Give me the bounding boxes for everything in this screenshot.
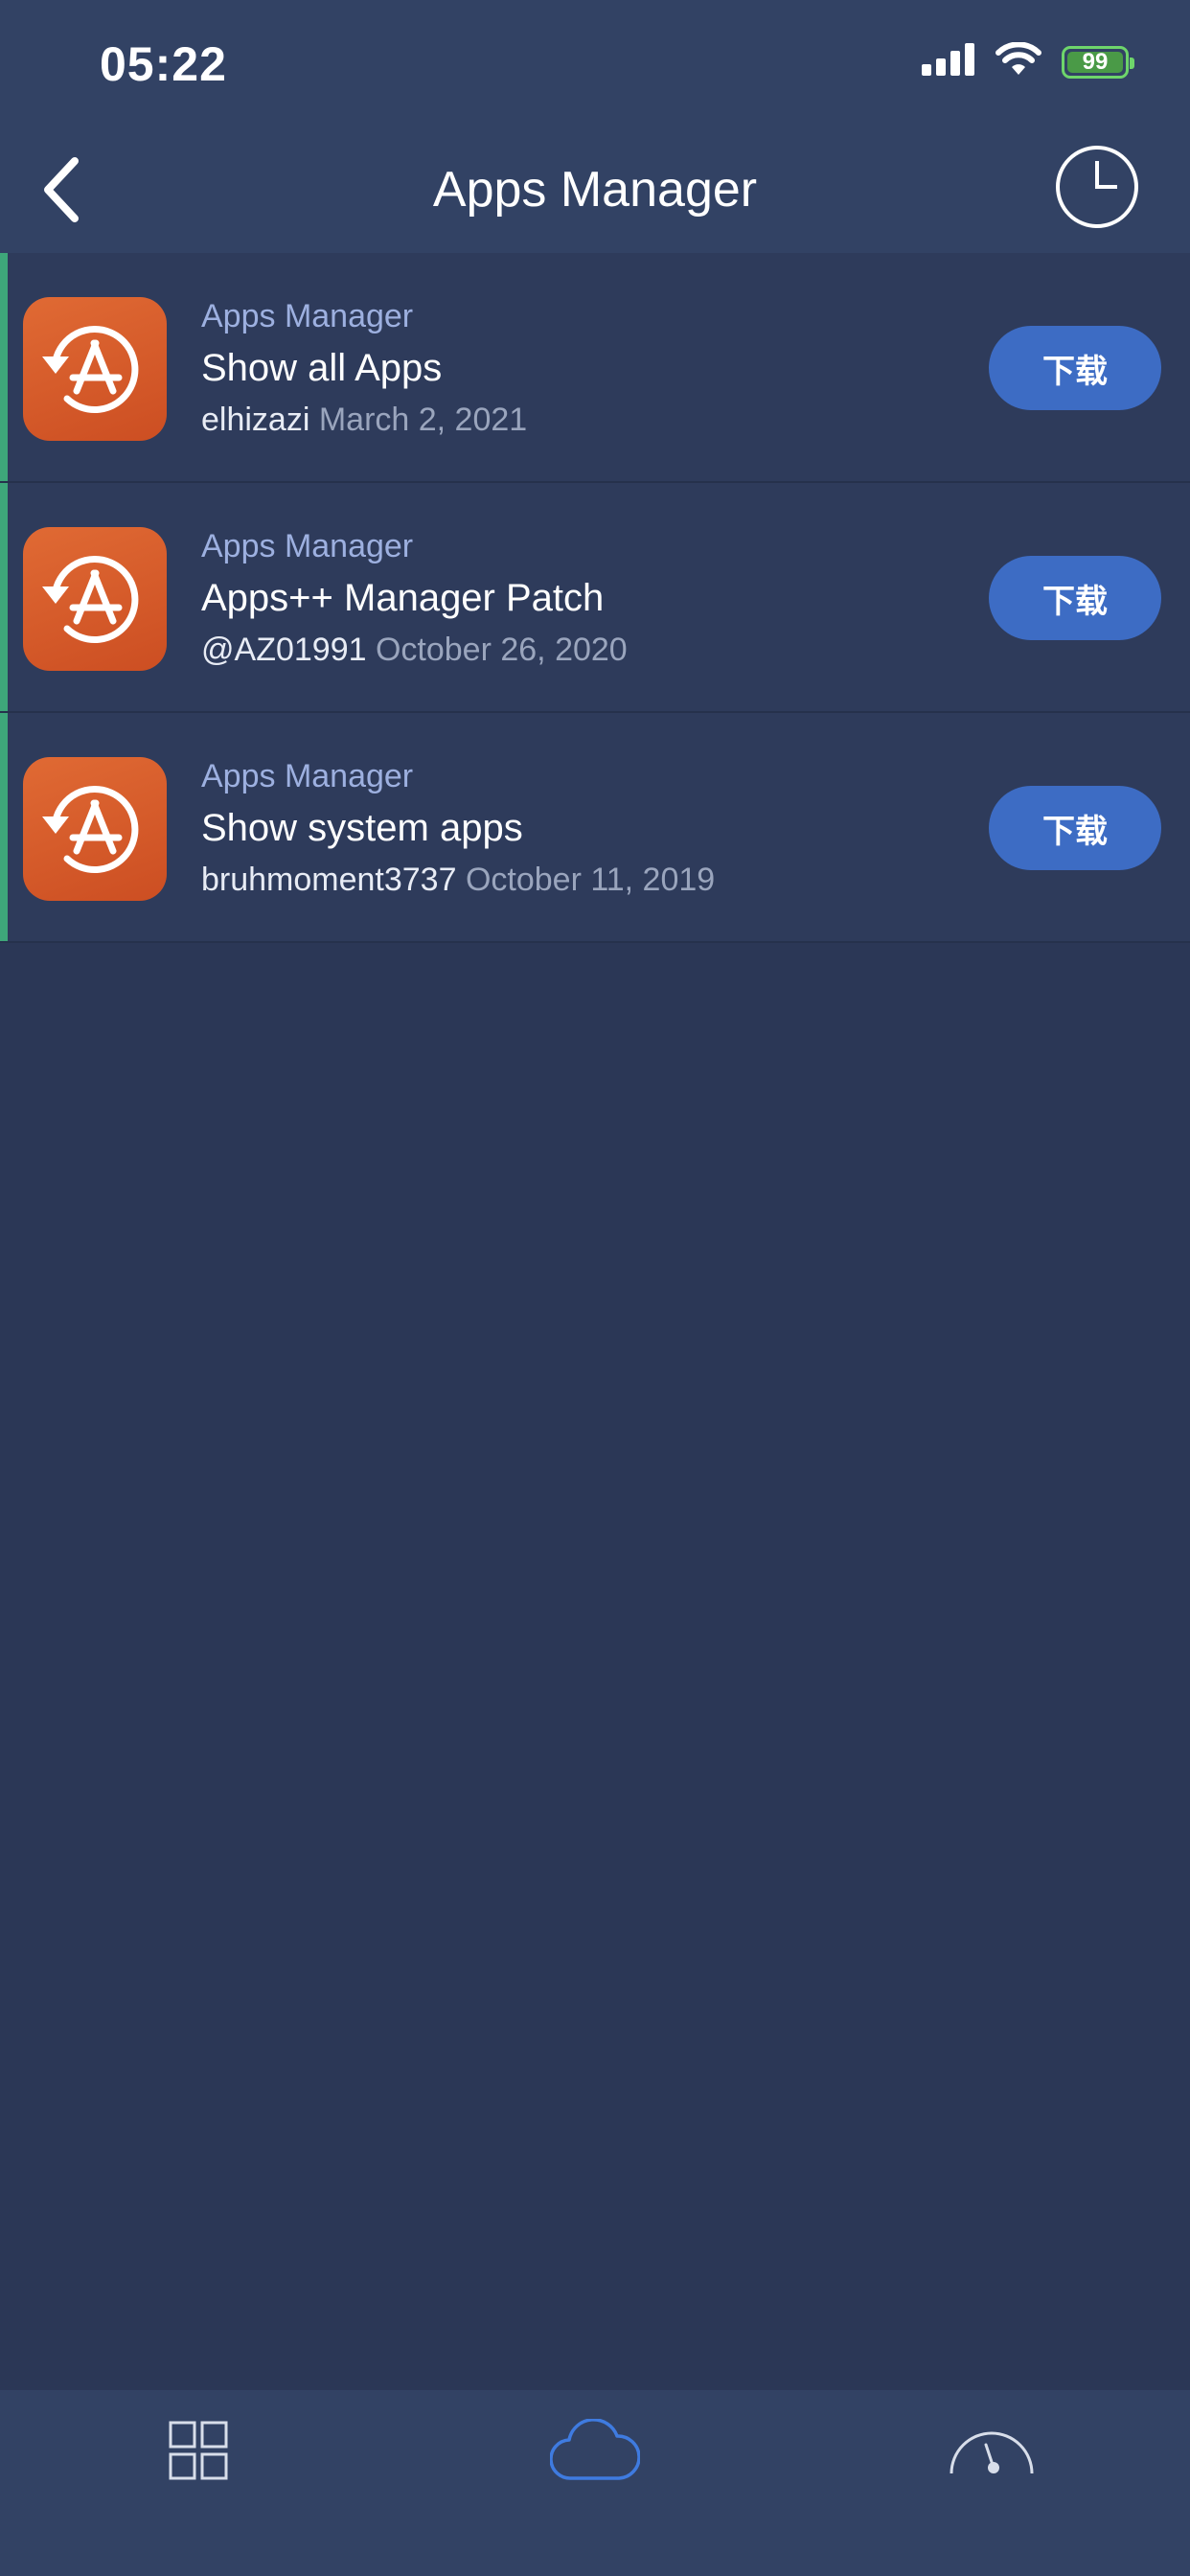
tab-home[interactable] — [0, 2390, 397, 2515]
status-bar: 05:22 99 — [0, 0, 1190, 134]
item-meta: @AZ01991 October 26, 2020 — [201, 627, 628, 673]
item-title: Show system apps — [201, 807, 523, 849]
speedometer-icon — [948, 2424, 1036, 2482]
cloud-icon — [549, 2417, 641, 2487]
signal-icon — [922, 43, 975, 80]
item-category: Apps Manager — [201, 528, 414, 564]
battery-level: 99 — [1082, 48, 1109, 75]
status-indicators: 99 — [922, 41, 1134, 81]
item-title: Apps++ Manager Patch — [201, 577, 605, 619]
tab-cloud[interactable] — [397, 2390, 793, 2515]
accent-bar — [0, 253, 8, 481]
download-button[interactable]: 下载 — [989, 786, 1161, 870]
item-category: Apps Manager — [201, 298, 414, 334]
battery-icon: 99 — [1062, 45, 1134, 79]
download-button[interactable]: 下载 — [989, 326, 1161, 410]
list-item[interactable]: Apps Manager Apps++ Manager Patch @AZ019… — [0, 483, 1190, 713]
item-date: October 26, 2020 — [375, 632, 628, 668]
tab-speed[interactable] — [793, 2390, 1190, 2515]
item-category: Apps Manager — [201, 758, 414, 794]
list-item[interactable]: Apps Manager Show system apps bruhmoment… — [0, 713, 1190, 943]
app-store-restore-icon — [23, 757, 167, 901]
item-meta: bruhmoment3737 October 11, 2019 — [201, 857, 715, 903]
item-author: elhizazi — [201, 402, 310, 438]
download-button[interactable]: 下载 — [989, 556, 1161, 640]
item-author: @AZ01991 — [201, 632, 367, 668]
item-date: March 2, 2021 — [318, 402, 528, 438]
navigation-bar: Apps Manager — [0, 134, 1190, 253]
grid-icon — [169, 2421, 228, 2485]
accent-bar — [0, 483, 8, 711]
list-item[interactable]: Apps Manager Show all Apps elhizazi Marc… — [0, 253, 1190, 483]
app-store-restore-icon — [23, 297, 167, 441]
clock-icon — [1054, 146, 1140, 234]
package-list: Apps Manager Show all Apps elhizazi Marc… — [0, 253, 1190, 943]
history-button[interactable] — [1054, 144, 1140, 230]
item-title: Show all Apps — [201, 347, 443, 389]
wifi-icon — [995, 41, 1042, 81]
tab-bar — [0, 2390, 1190, 2576]
app-store-restore-icon — [23, 527, 167, 671]
status-time: 05:22 — [100, 37, 227, 91]
item-date: October 11, 2019 — [465, 862, 716, 898]
accent-bar — [0, 713, 8, 941]
item-author: bruhmoment3737 — [201, 862, 457, 898]
item-meta: elhizazi March 2, 2021 — [201, 397, 527, 443]
page-title: Apps Manager — [432, 162, 758, 218]
